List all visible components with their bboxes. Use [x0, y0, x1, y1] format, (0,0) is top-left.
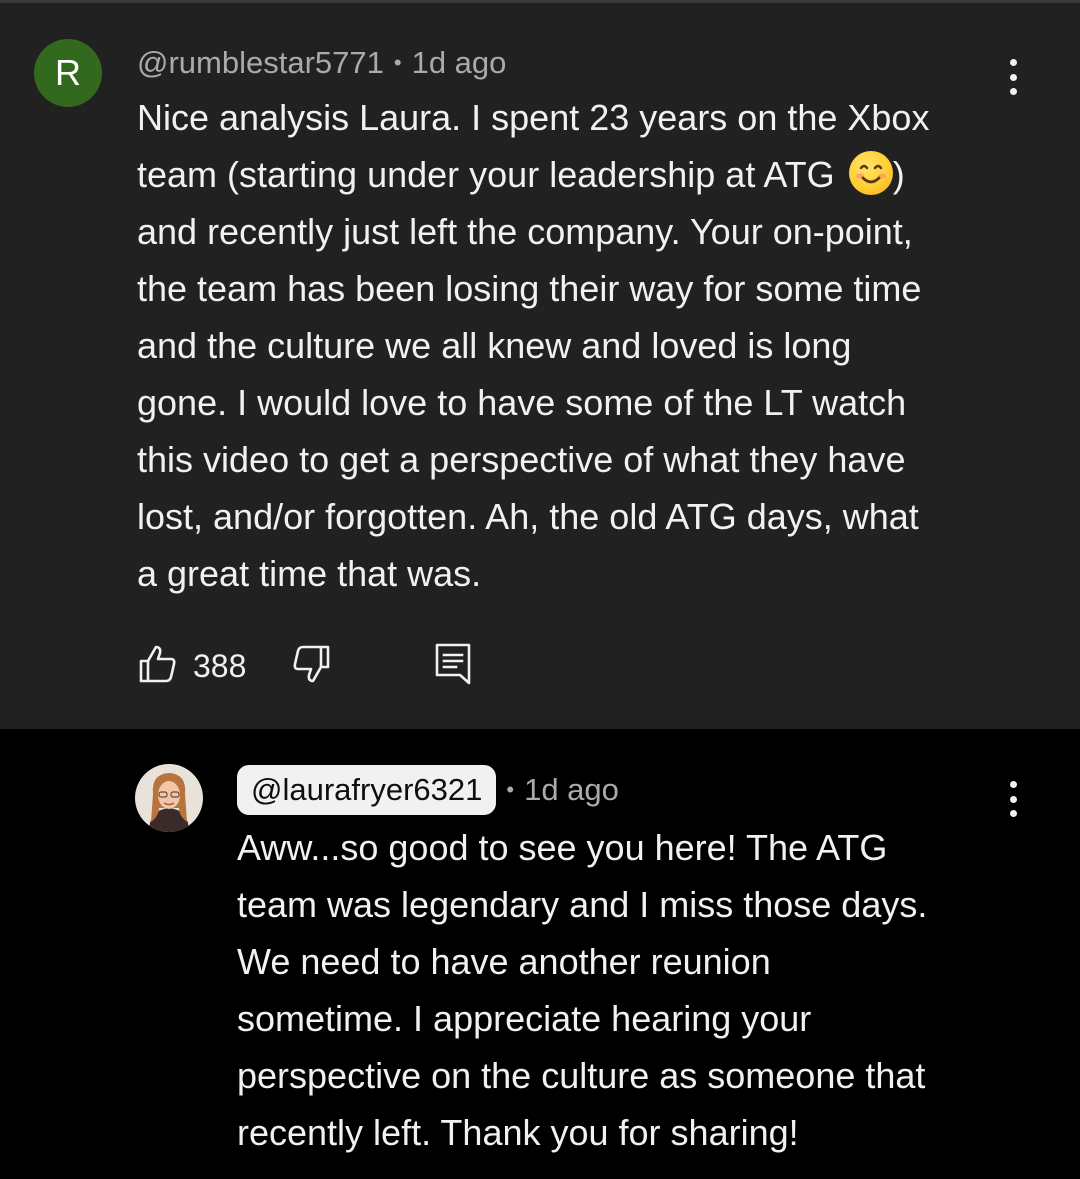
- comment-actions: 388: [137, 641, 472, 691]
- comment-line: the team has been losing their way for s…: [137, 268, 922, 309]
- reply-text: Aww...so good to see you here! The ATG t…: [237, 819, 1037, 1161]
- meta-separator: •: [393, 50, 402, 75]
- comment-thread: R @rumblestar5771 • 1d ago Nice analysis…: [0, 0, 1080, 729]
- reply-comment-icon[interactable]: [434, 642, 472, 691]
- more-vert-icon[interactable]: [998, 775, 1028, 823]
- reply-line: perspective on the culture as someone th…: [237, 1055, 926, 1096]
- reply-line: We need to have another reunion: [237, 941, 771, 982]
- comment-line: a great time that was.: [137, 553, 482, 594]
- reply-line: recently left. Thank you for sharing!: [237, 1112, 799, 1153]
- comment-line: gone. I would love to have some of the L…: [137, 382, 907, 423]
- reply-line: sometime. I appreciate hearing your: [237, 998, 812, 1039]
- comment-line-with-emoji: team (starting under your leadership at …: [137, 146, 1037, 203]
- comment-text: Nice analysis Laura. I spent 23 years on…: [137, 89, 1037, 602]
- reply-thread: @laurafryer6321 • 1d ago Aww...so good t…: [0, 729, 1080, 1179]
- smiling-face-emoji-icon: [848, 151, 893, 195]
- thumbs-up-icon[interactable]: [137, 643, 179, 690]
- comment-line-text-end: ): [892, 154, 905, 195]
- reply-meta: @laurafryer6321 • 1d ago: [237, 765, 619, 815]
- replier-handle-chip[interactable]: @laurafryer6321: [237, 765, 497, 815]
- reply-line: Aww...so good to see you here! The ATG: [237, 827, 888, 868]
- reply-timestamp: 1d ago: [524, 772, 619, 807]
- commenter-avatar[interactable]: R: [34, 39, 102, 107]
- meta-separator: •: [506, 777, 515, 802]
- comment-line-text: team (starting under your leadership at …: [137, 154, 835, 195]
- comment-line: and the culture we all knew and loved is…: [137, 325, 852, 366]
- comment-line: this video to get a perspective of what …: [137, 439, 906, 480]
- comment-line: Nice analysis Laura. I spent 23 years on…: [137, 97, 930, 138]
- thumbs-down-icon[interactable]: [290, 643, 332, 690]
- comment-line: and recently just left the company. Your…: [137, 211, 913, 252]
- replier-avatar[interactable]: [135, 764, 203, 832]
- comment-line: lost, and/or forgotten. Ah, the old ATG …: [137, 496, 919, 537]
- like-count: 388: [193, 647, 247, 684]
- comment-meta: @rumblestar5771 • 1d ago: [137, 43, 506, 83]
- reply-line: team was legendary and I miss those days…: [237, 884, 928, 925]
- avatar-letter: R: [55, 52, 81, 93]
- comment-timestamp: 1d ago: [411, 45, 507, 80]
- commenter-handle[interactable]: @rumblestar5771: [137, 45, 384, 81]
